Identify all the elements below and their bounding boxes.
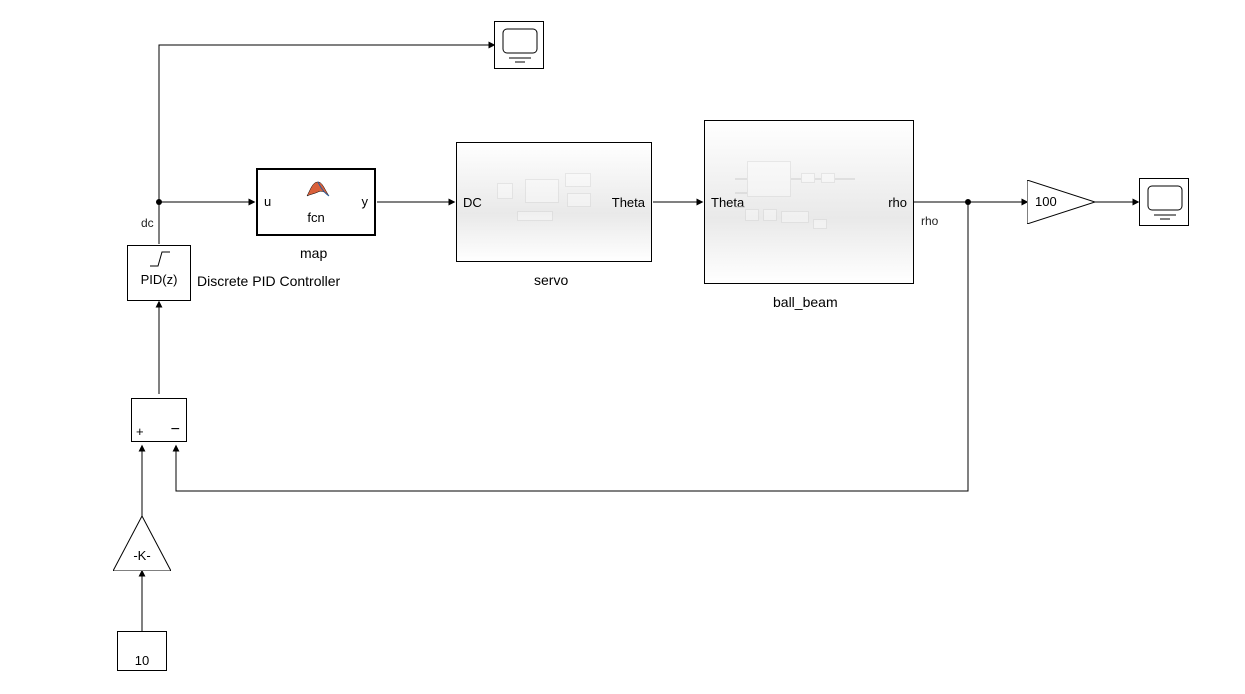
gain-k-block[interactable]: -K- — [113, 516, 171, 571]
constant-value: 10 — [118, 642, 166, 680]
sum-block[interactable]: + − — [131, 398, 187, 442]
ballbeam-name-label: ball_beam — [773, 294, 838, 310]
pid-inside-label: PID(z) — [128, 272, 190, 287]
servo-out-label: Theta — [612, 195, 645, 210]
scope-block-right[interactable] — [1139, 178, 1189, 226]
sum-minus-label: − — [171, 421, 180, 439]
map-out-label: y — [362, 194, 369, 209]
gain-100-label: 100 — [1035, 194, 1057, 209]
map-name-label: map — [300, 245, 327, 261]
scope-icon — [495, 22, 545, 70]
map-in-label: u — [264, 194, 271, 209]
signal-rho-label: rho — [921, 214, 938, 228]
map-fcn-label: fcn — [258, 210, 374, 225]
map-block[interactable]: u y fcn — [256, 168, 376, 236]
gain-100-block[interactable]: 100 — [1027, 180, 1095, 224]
matlab-icon — [305, 178, 331, 198]
ballbeam-mini-wires — [705, 121, 915, 285]
servo-block[interactable]: DC Theta — [456, 142, 652, 262]
scope-icon — [1140, 179, 1190, 227]
ballbeam-block[interactable]: Theta rho — [704, 120, 914, 284]
constant-block[interactable]: 10 — [117, 631, 167, 671]
wire-pid-to-map — [159, 202, 254, 244]
pid-name-label: Discrete PID Controller — [197, 273, 340, 289]
signal-dc-label: dc — [141, 216, 154, 230]
scope-block-top[interactable] — [494, 21, 544, 69]
wiring-layer — [0, 0, 1245, 694]
sum-plus-label: + — [136, 424, 144, 439]
pid-block[interactable]: PID(z) — [127, 245, 191, 301]
gain-k-label: -K- — [113, 548, 171, 563]
servo-in-label: DC — [463, 195, 482, 210]
servo-name-label: servo — [534, 272, 568, 288]
